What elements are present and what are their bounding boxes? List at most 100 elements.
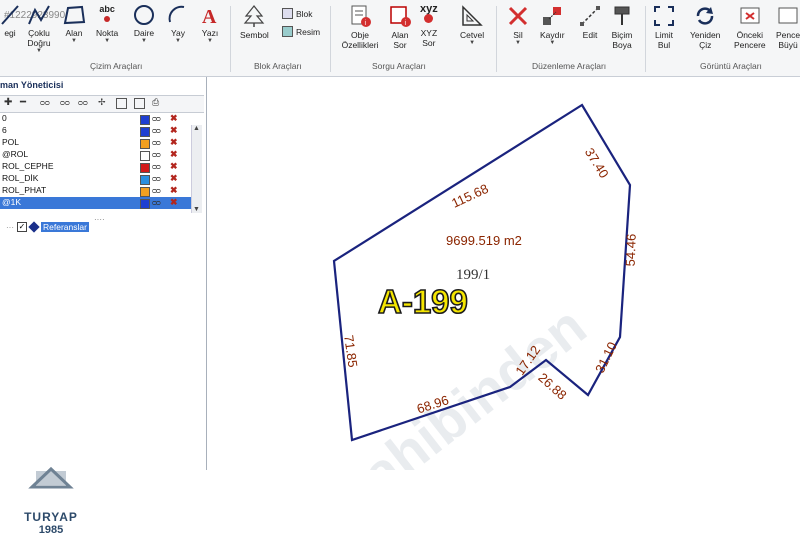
area-value: 9699.519 m2 xyxy=(446,233,522,248)
layer-name: ROL_DİK xyxy=(2,173,39,183)
turyap-logo: TURYAP 1985 xyxy=(14,465,88,536)
layer-color-swatch[interactable] xyxy=(140,199,150,209)
cetvel-tool[interactable]: Cetvel ▼ xyxy=(460,4,484,46)
alan-sor-tool[interactable]: i Alan Sor xyxy=(388,4,412,50)
obje-ozellikleri-tool[interactable]: i Obje Özellikleri xyxy=(340,4,380,50)
xyz-sor-tool[interactable]: xyz XYZ Sor xyxy=(420,4,438,49)
sembol-tool[interactable]: Sembol xyxy=(240,4,269,40)
resim-tool[interactable]: Resim xyxy=(282,26,320,37)
print-icon[interactable]: ⎙ xyxy=(152,97,159,108)
lock-icon-a[interactable]: ᴑᴑ xyxy=(60,98,70,107)
layer-visibility-icon[interactable]: ᴑᴑ xyxy=(152,198,161,207)
layer-lock-icon[interactable]: ✖ xyxy=(170,137,178,148)
layer-row[interactable]: @1K ᴑᴑ ✖ xyxy=(0,197,192,209)
layer-row[interactable]: 6 ᴑᴑ ✖ xyxy=(0,125,192,137)
line-icon xyxy=(1,5,19,25)
layer-lock-icon[interactable]: ✖ xyxy=(170,149,178,160)
layer-visibility-icon[interactable]: ᴑᴑ xyxy=(152,114,161,123)
edit-tool[interactable]: Edit xyxy=(578,4,602,40)
freeze-icon[interactable]: ᴑᴑ xyxy=(78,98,88,107)
alan-sor-label: Alan Sor xyxy=(391,30,409,50)
list-icon[interactable] xyxy=(116,98,127,109)
layer-name: @ROL xyxy=(2,149,29,159)
layer-color-swatch[interactable] xyxy=(140,163,150,173)
layer-lock-icon[interactable]: ✖ xyxy=(170,113,178,124)
panel-splitter[interactable]: ···· xyxy=(94,215,105,224)
sorgu-group-label: Sorgu Araçları xyxy=(372,61,426,71)
layer-lock-icon[interactable]: ✖ xyxy=(170,185,178,196)
cizgi-label: egi xyxy=(4,28,16,38)
arc-icon xyxy=(168,5,185,23)
blok-tool[interactable]: Blok xyxy=(282,8,313,19)
layer-lock-icon[interactable]: ✖ xyxy=(170,161,178,172)
layer-visibility-icon[interactable]: ᴑᴑ xyxy=(152,186,161,195)
layer-row[interactable]: ROL_CEPHE ᴑᴑ ✖ xyxy=(0,161,192,173)
limit-bul-tool[interactable]: Limit Bul xyxy=(652,4,676,50)
refresh-icon[interactable] xyxy=(134,98,145,109)
filter-icon[interactable]: ✢ xyxy=(98,97,106,108)
drawing-canvas[interactable]: sahibinden 115.68 37.40 54.46 31.10 26.8… xyxy=(210,77,800,526)
onceki-label: Önceki Pencere xyxy=(734,30,766,50)
kaydir-tool[interactable]: Kaydır ▼ xyxy=(540,4,565,46)
layer-visibility-icon[interactable]: ᴑᴑ xyxy=(152,174,161,183)
layer-row[interactable]: 0 ᴑᴑ ✖ xyxy=(0,113,192,125)
layer-visibility-icon[interactable]: ᴑᴑ xyxy=(152,126,161,135)
alan-tool[interactable]: Alan ▼ xyxy=(62,4,86,44)
layer-color-swatch[interactable] xyxy=(140,187,150,197)
tree-symbol-icon xyxy=(244,5,265,27)
layer-visibility-icon[interactable]: ᴑᴑ xyxy=(152,150,161,159)
reference-icon xyxy=(28,221,40,233)
ruler-icon xyxy=(462,5,483,26)
xyz-sor-label: XYZ Sor xyxy=(420,28,438,48)
yay-label: Yay xyxy=(170,28,186,38)
onceki-pencere-tool[interactable]: Önceki Pencere xyxy=(734,4,766,50)
layer-lock-icon[interactable]: ✖ xyxy=(170,125,178,136)
referanslar-checkbox[interactable]: ✓ xyxy=(17,222,27,232)
sembol-label: Sembol xyxy=(240,30,269,40)
tree-item-referanslar[interactable]: ··· ✓ Referanslar xyxy=(6,221,89,233)
layer-visibility-icon[interactable]: ᴑᴑ xyxy=(152,162,161,171)
chevron-down-icon: ▼ xyxy=(104,38,111,44)
layer-row[interactable]: POL ᴑᴑ ✖ xyxy=(0,137,192,149)
edge-label-upper-right: 37.40 xyxy=(582,145,612,181)
visibility-icon[interactable]: ᴑᴑ xyxy=(40,98,50,107)
layer-name: POL xyxy=(2,137,20,147)
yay-tool[interactable]: Yay ▼ xyxy=(166,4,190,44)
separator xyxy=(496,6,497,72)
logo-mark-icon xyxy=(28,466,74,489)
remove-layer-icon[interactable]: ━ xyxy=(20,97,26,108)
yazi-tool[interactable]: A Yazı ▼ xyxy=(198,4,222,44)
chevron-down-icon: ▼ xyxy=(71,38,77,44)
layer-color-swatch[interactable] xyxy=(140,115,150,125)
circle-icon xyxy=(134,5,154,25)
layer-color-swatch[interactable] xyxy=(140,175,150,185)
pencere-buyut-tool[interactable]: Pence Büyü xyxy=(776,4,800,50)
layer-row[interactable]: ROL_PHAT ᴑᴑ ✖ xyxy=(0,185,192,197)
bicim-label: Biçim Boya xyxy=(611,30,633,50)
edit-icon xyxy=(580,6,600,26)
layer-visibility-icon[interactable]: ᴑᴑ xyxy=(152,138,161,147)
layer-list-scrollbar[interactable]: ▲ ▼ xyxy=(191,125,202,213)
layer-color-swatch[interactable] xyxy=(140,127,150,137)
sil-tool[interactable]: Sil ▼ xyxy=(506,4,530,46)
layer-row[interactable]: ROL_DİK ᴑᴑ ✖ xyxy=(0,173,192,185)
chevron-down-icon: ▼ xyxy=(193,206,200,213)
coklu-dogru-tool[interactable]: Çoklu Doğru ▼ xyxy=(24,4,54,54)
daire-tool[interactable]: Daire ▼ xyxy=(132,4,156,44)
layer-lock-icon[interactable]: ✖ xyxy=(170,173,178,184)
tree-expander[interactable]: ··· xyxy=(6,223,14,232)
yeniden-ciz-tool[interactable]: Yeniden Çiz xyxy=(690,4,720,50)
layer-manager-panel: man Yöneticisi ✚ ━ ᴑᴑ ᴑᴑ ᴑᴑ ✢ ⎙ 0 ᴑᴑ ✖ 6 ᴑᴑ ✖… xyxy=(0,77,207,536)
properties-icon: i xyxy=(351,5,371,27)
cizim-group-label: Çizim Araçları xyxy=(90,61,143,71)
nokta-tool[interactable]: abc Nokta ▼ xyxy=(96,4,118,44)
layer-color-swatch[interactable] xyxy=(140,139,150,149)
obje-label: Obje Özellikleri xyxy=(341,30,379,50)
layer-color-swatch[interactable] xyxy=(140,151,150,161)
layer-row[interactable]: @ROL ᴑᴑ ✖ xyxy=(0,149,192,161)
logo-name: TURYAP xyxy=(24,510,78,524)
cizgi-tool[interactable]: egi xyxy=(0,4,20,38)
add-layer-icon[interactable]: ✚ xyxy=(4,97,12,108)
layer-lock-icon[interactable]: ✖ xyxy=(170,197,178,208)
bicim-boya-tool[interactable]: Biçim Boya xyxy=(610,4,634,50)
